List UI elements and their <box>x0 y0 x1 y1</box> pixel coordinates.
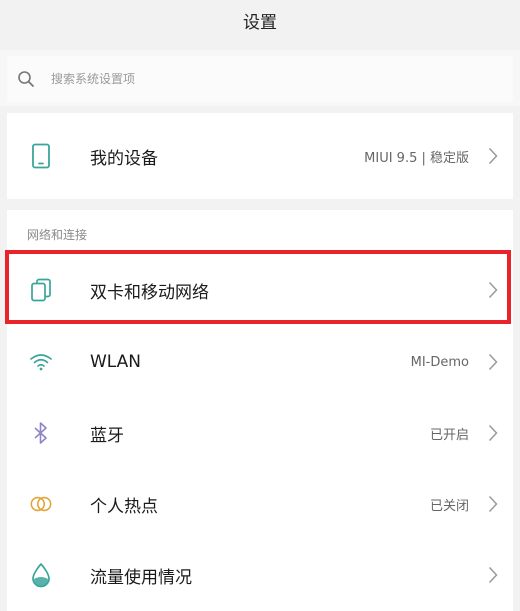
hotspot-item[interactable]: 个人热点 已关闭 <box>7 469 513 539</box>
network-card: 网络和连接 双卡和移动网络 WLAN MI-Demo 蓝牙 已开启 个人热点 已… <box>7 210 513 611</box>
page-title: 设置 <box>0 0 520 40</box>
bluetooth-value: 已开启 <box>429 427 469 443</box>
search-area <box>0 50 520 106</box>
chevron-right-icon <box>487 423 499 443</box>
my-device-value: MIUI 9.5 | 稳定版 <box>364 150 469 166</box>
data-usage-item[interactable]: 流量使用情况 <box>7 540 513 610</box>
wlan-value: MI-Demo <box>410 354 469 370</box>
page-title-text: 设置 <box>243 12 277 33</box>
wlan-label: WLAN <box>90 352 142 372</box>
chevron-right-icon <box>487 146 499 166</box>
sim-network-label: 双卡和移动网络 <box>90 282 209 303</box>
bluetooth-icon <box>29 421 53 445</box>
chevron-right-icon <box>487 352 499 372</box>
hotspot-value: 已关闭 <box>429 498 469 514</box>
sim-card-icon <box>29 278 53 302</box>
wlan-item[interactable]: WLAN MI-Demo <box>7 327 513 397</box>
phone-icon <box>29 143 53 169</box>
my-device-item[interactable]: 我的设备 MIUI 9.5 | 稳定版 <box>7 121 513 191</box>
chevron-right-icon <box>487 280 499 300</box>
data-usage-icon <box>29 563 53 588</box>
my-device-label: 我的设备 <box>90 148 158 169</box>
search-icon <box>15 68 37 90</box>
section-header-network: 网络和连接 <box>27 228 88 242</box>
bluetooth-label: 蓝牙 <box>90 425 124 446</box>
device-card: 我的设备 MIUI 9.5 | 稳定版 <box>7 113 513 199</box>
chevron-right-icon <box>487 565 499 585</box>
sim-network-item[interactable]: 双卡和移动网络 <box>7 255 513 325</box>
chevron-right-icon <box>487 494 499 514</box>
hotspot-icon <box>29 492 53 516</box>
hotspot-label: 个人热点 <box>90 496 158 517</box>
wifi-icon <box>29 350 53 374</box>
bluetooth-item[interactable]: 蓝牙 已开启 <box>7 398 513 468</box>
data-usage-label: 流量使用情况 <box>90 567 192 588</box>
search-input[interactable] <box>49 71 353 87</box>
search-box[interactable] <box>7 56 513 102</box>
